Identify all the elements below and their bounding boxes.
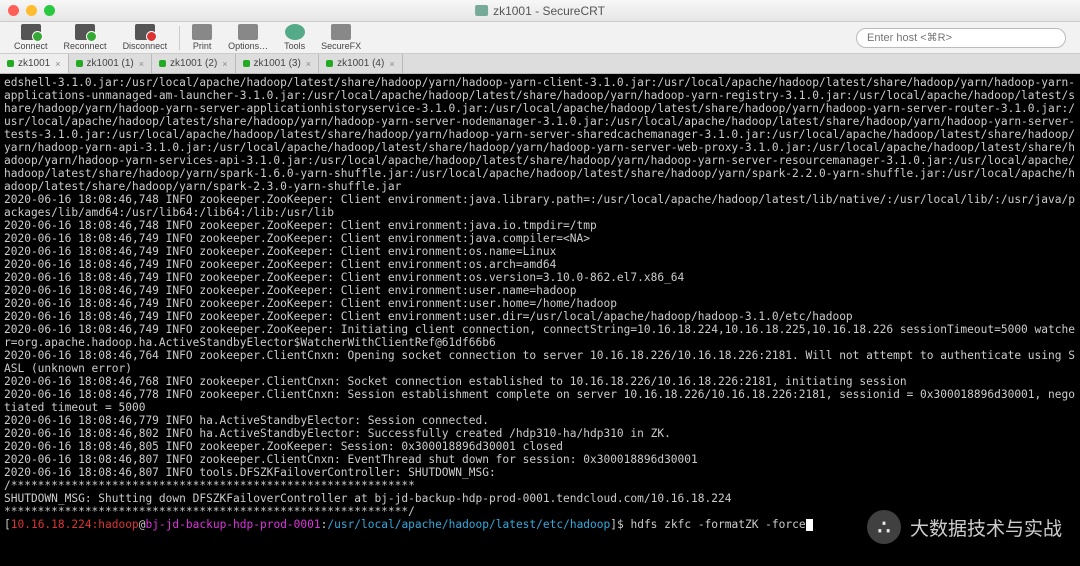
securefx-icon bbox=[331, 24, 351, 40]
status-dot-icon bbox=[243, 60, 250, 67]
maximize-window-icon[interactable] bbox=[44, 5, 55, 16]
cursor bbox=[806, 519, 813, 531]
tab-zk1001-1[interactable]: zk1001 (1)× bbox=[69, 54, 153, 73]
close-tab-icon[interactable]: × bbox=[222, 59, 227, 69]
status-dot-icon bbox=[7, 60, 14, 67]
prompt-path: /usr/local/apache/hadoop/latest/etc/hado… bbox=[327, 518, 610, 531]
options-button[interactable]: Options… bbox=[220, 22, 276, 53]
titlebar: zk1001 - SecureCRT bbox=[0, 0, 1080, 22]
securefx-button[interactable]: SecureFX bbox=[313, 22, 369, 53]
status-dot-icon bbox=[76, 60, 83, 67]
tab-row: zk1001× zk1001 (1)× zk1001 (2)× zk1001 (… bbox=[0, 54, 1080, 74]
prompt: [10.16.18.224:hadoop@bj-jd-backup-hdp-pr… bbox=[4, 518, 813, 531]
toolbar: Connect Reconnect Disconnect Print Optio… bbox=[0, 22, 1080, 54]
tab-zk1001-2[interactable]: zk1001 (2)× bbox=[152, 54, 236, 73]
gear-icon bbox=[238, 24, 258, 40]
window-title: zk1001 - SecureCRT bbox=[475, 4, 605, 18]
close-tab-icon[interactable]: × bbox=[139, 59, 144, 69]
prompt-host: 10.16.18.224:hadoop bbox=[11, 518, 139, 531]
close-window-icon[interactable] bbox=[8, 5, 19, 16]
status-dot-icon bbox=[159, 60, 166, 67]
separator bbox=[179, 26, 180, 50]
status-dot-icon bbox=[326, 60, 333, 67]
connect-button[interactable]: Connect bbox=[6, 22, 56, 53]
close-tab-icon[interactable]: × bbox=[389, 59, 394, 69]
print-button[interactable]: Print bbox=[184, 22, 220, 53]
watermark-icon: ∴ bbox=[867, 510, 901, 544]
tab-zk1001[interactable]: zk1001× bbox=[0, 54, 69, 73]
host-input-container bbox=[856, 28, 1066, 48]
close-tab-icon[interactable]: × bbox=[55, 59, 60, 69]
host-input[interactable] bbox=[856, 28, 1066, 48]
terminal[interactable]: edshell-3.1.0.jar:/usr/local/apache/hado… bbox=[0, 74, 1080, 566]
reconnect-button[interactable]: Reconnect bbox=[56, 22, 115, 53]
close-tab-icon[interactable]: × bbox=[306, 59, 311, 69]
print-icon bbox=[192, 24, 212, 40]
tab-zk1001-3[interactable]: zk1001 (3)× bbox=[236, 54, 320, 73]
connect-icon bbox=[21, 24, 41, 40]
tab-zk1001-4[interactable]: zk1001 (4)× bbox=[319, 54, 403, 73]
window-title-text: zk1001 - SecureCRT bbox=[493, 4, 605, 18]
terminal-output: edshell-3.1.0.jar:/usr/local/apache/hado… bbox=[4, 76, 1075, 518]
disconnect-button[interactable]: Disconnect bbox=[115, 22, 176, 53]
app-icon bbox=[475, 5, 488, 16]
prompt-hostname: bj-jd-backup-hdp-prod-0001 bbox=[145, 518, 320, 531]
reconnect-icon bbox=[75, 24, 95, 40]
window-controls bbox=[8, 5, 55, 16]
command-text: hdfs zkfc -formatZK -force bbox=[630, 518, 805, 531]
tools-button[interactable]: Tools bbox=[276, 22, 313, 53]
minimize-window-icon[interactable] bbox=[26, 5, 37, 16]
tools-icon bbox=[285, 24, 305, 40]
disconnect-icon bbox=[135, 24, 155, 40]
watermark: ∴ 大数据技术与实战 bbox=[867, 510, 1062, 544]
watermark-text: 大数据技术与实战 bbox=[910, 514, 1062, 541]
